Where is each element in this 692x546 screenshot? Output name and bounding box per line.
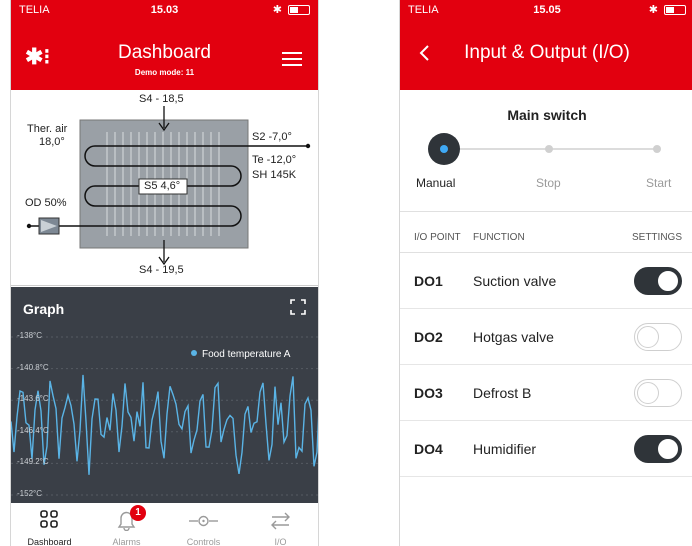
switch-option-start[interactable]: Start (646, 176, 671, 190)
column-settings: SETTINGS (631, 232, 682, 243)
column-function: FUNCTION (473, 232, 525, 243)
graph-panel: Graph -138°C -140.8°C -143.6°C -146.4°C -149… (11, 287, 318, 503)
io-toggle[interactable] (634, 435, 682, 463)
start-step-dot[interactable] (653, 145, 661, 153)
evaporator-diagram: S4 - 18,5 Ther. air 18,0° S2 -7,0° Te -1… (11, 90, 318, 286)
y-axis-label: -146.4°C (17, 425, 49, 435)
graph-legend: Food temperature A (191, 349, 290, 360)
switch-option-manual[interactable]: Manual (416, 176, 455, 190)
page-title: Input & Output (I/O) (464, 42, 630, 63)
io-point-label: DO3 (414, 385, 443, 401)
y-axis-label: -143.6°C (17, 394, 49, 404)
nav-dashboard[interactable]: Dashboard (11, 503, 88, 546)
swap-arrows-icon (271, 512, 290, 530)
s5-label: S5 4,6° (144, 180, 181, 192)
controls-icon (189, 515, 218, 527)
s4-top-label: S4 - 18,5 (139, 93, 184, 105)
manual-step-handle[interactable] (428, 133, 460, 165)
column-io-point: I/O POINT (414, 232, 461, 243)
food-temperature-line (11, 374, 318, 475)
switch-option-stop[interactable]: Stop (536, 176, 561, 190)
demo-mode-label: Demo mode: 11 (134, 68, 195, 77)
hamburger-menu-icon[interactable] (282, 52, 302, 66)
legend-dot (191, 350, 197, 356)
main-switch-title: Main switch (507, 107, 587, 123)
io-function-label: Hotgas valve (473, 329, 554, 345)
battery-icon (288, 5, 310, 15)
nav-controls-label: Controls (186, 537, 221, 546)
toggle-knob (657, 270, 679, 292)
table-row: DO1 Suction valve (400, 253, 692, 309)
toggle-knob (637, 326, 659, 348)
stop-step-dot[interactable] (545, 145, 553, 153)
grid-icon (40, 510, 58, 528)
superheat-label: SH 145K (252, 169, 297, 181)
legend-label: Food temperature A (202, 349, 291, 360)
toggle-knob (657, 438, 679, 460)
io-function-label: Defrost B (473, 385, 532, 401)
dashboard-screen: TELIA 15.03 ✱ ✱⁝ Dashboard Demo mode: 11 (10, 0, 319, 546)
s2-label: S2 -7,0° (252, 131, 292, 143)
bluetooth-status-icon: ✱ (648, 4, 658, 16)
nav-io[interactable]: I/O (242, 503, 318, 546)
bell-icon (117, 511, 136, 531)
status-bar: TELIA 15.05 ✱ (400, 0, 692, 20)
page-title: Dashboard (118, 42, 211, 63)
te-label: Te -12,0° (252, 154, 297, 166)
app-header: Input & Output (I/O) (400, 20, 692, 90)
y-axis-label: -140.8°C (17, 362, 49, 372)
battery-icon (664, 5, 686, 15)
io-screen: TELIA 15.05 ✱ Input & Output (I/O) Main … (399, 0, 692, 546)
table-row: DO3 Defrost B (400, 365, 692, 421)
io-toggle[interactable] (634, 267, 682, 295)
temperature-chart (11, 336, 318, 496)
io-function-label: Suction valve (473, 273, 557, 289)
io-point-label: DO1 (414, 273, 443, 289)
nav-alarms-label: Alarms (112, 537, 141, 546)
y-axis-label: -149.2°C (17, 457, 49, 467)
nav-dashboard-label: Dashboard (27, 537, 72, 546)
bluetooth-status-icon: ✱ (272, 4, 282, 16)
io-toggle[interactable] (634, 379, 682, 407)
table-row: DO4 Humidifier (400, 421, 692, 477)
nav-io-label: I/O (274, 537, 287, 546)
bottom-nav: Dashboard 1 Alarms Controls I/O (11, 503, 318, 546)
y-axis-label: -152°C (17, 489, 42, 498)
toggle-knob (637, 382, 659, 404)
status-bar: TELIA 15.03 ✱ (11, 0, 318, 20)
alarm-count-badge: 1 (130, 505, 146, 521)
thermostat-air-label: Ther. air (27, 123, 68, 135)
y-axis-label: -138°C (17, 331, 42, 340)
nav-controls[interactable]: Controls (165, 503, 242, 546)
io-point-label: DO2 (414, 329, 443, 345)
opening-degree-label: OD 50% (25, 197, 67, 209)
app-header: ✱⁝ Dashboard Demo mode: 11 (11, 20, 318, 90)
io-toggle[interactable] (634, 323, 682, 351)
io-table-header: I/O POINT FUNCTION SETTINGS (400, 211, 692, 253)
thermostat-air-value: 18,0° (39, 136, 65, 148)
nav-alarms[interactable]: 1 Alarms (88, 503, 165, 546)
table-row: DO2 Hotgas valve (400, 309, 692, 365)
io-point-label: DO4 (414, 441, 443, 457)
io-function-label: Humidifier (473, 441, 537, 457)
s4-bottom-label: S4 - 19,5 (139, 264, 184, 276)
